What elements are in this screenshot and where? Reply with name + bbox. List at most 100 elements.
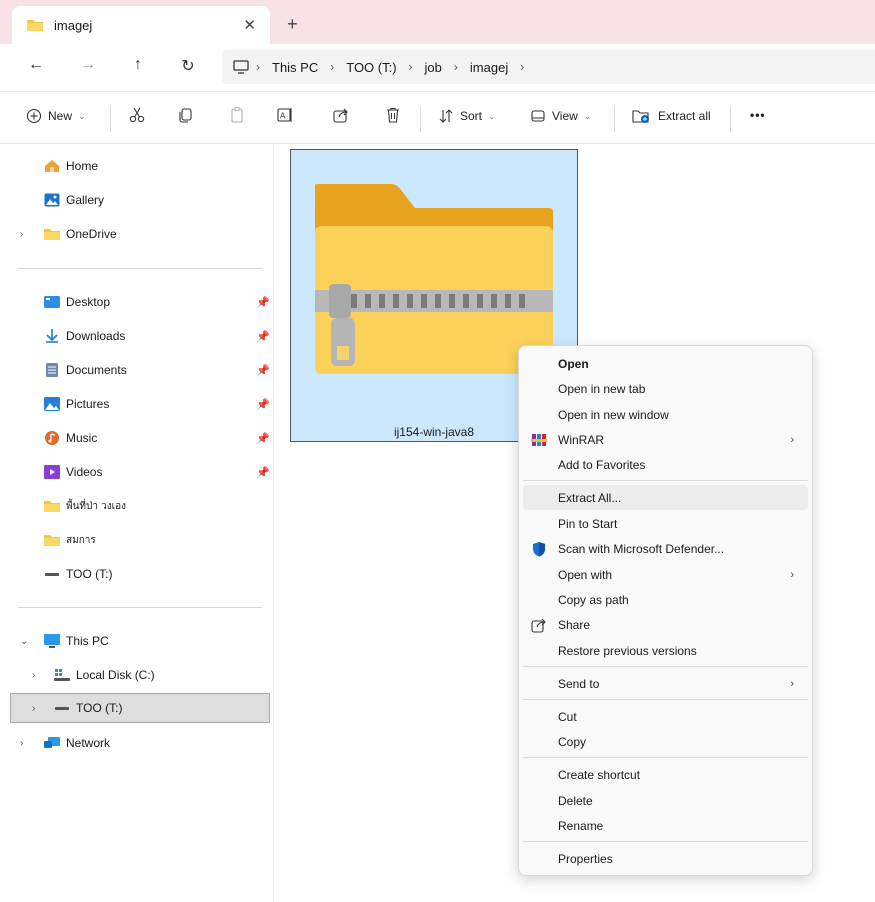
tab-close-button[interactable]: ✕ — [243, 16, 256, 34]
menu-item-winrar[interactable]: WinRAR › — [523, 427, 808, 452]
breadcrumb-separator: › — [453, 60, 458, 74]
cut-icon[interactable] — [128, 106, 146, 124]
sidebar-item-network[interactable]: › Network — [0, 728, 272, 758]
context-menu: Open Open in new tab Open in new window … — [518, 345, 813, 876]
pin-icon[interactable]: 📌 — [256, 466, 270, 479]
sidebar-item-label: พื้นที่ป่า วงเอง — [66, 500, 126, 512]
sidebar-item-label: สมการ — [66, 534, 96, 546]
chevron-down-icon: ⌄ — [583, 110, 592, 121]
menu-item-rename[interactable]: Rename — [523, 813, 808, 838]
toolbar-divider — [420, 106, 421, 132]
menu-item-label: Add to Favorites — [558, 457, 646, 472]
extract-all-button[interactable]: Extract all — [632, 108, 711, 124]
sidebar-item-too-drive-tree[interactable]: › TOO (T:) — [10, 693, 270, 723]
menu-item-open[interactable]: Open — [523, 351, 808, 376]
menu-item-send-to[interactable]: Send to › — [523, 671, 808, 696]
delete-icon[interactable] — [384, 106, 402, 124]
chevron-down-icon[interactable]: ⌄ — [20, 636, 28, 647]
menu-item-properties[interactable]: Properties — [523, 846, 808, 871]
sidebar-item-local-disk[interactable]: › Local Disk (C:) — [0, 660, 272, 690]
new-button[interactable]: New ⌄ — [26, 108, 86, 124]
menu-item-cut[interactable]: Cut — [523, 704, 808, 729]
sidebar-item-this-pc[interactable]: ⌄ This PC — [0, 626, 272, 656]
breadcrumb-too-drive[interactable]: TOO (T:) — [346, 60, 396, 75]
menu-item-open-new-tab[interactable]: Open in new tab — [523, 376, 808, 401]
menu-item-label: Properties — [558, 851, 613, 866]
menu-item-label: WinRAR — [558, 432, 605, 447]
sidebar-item-home[interactable]: Home — [0, 151, 272, 181]
address-bar[interactable]: › This PC › TOO (T:) › job › imagej › — [222, 50, 875, 84]
chevron-right-icon[interactable]: › — [20, 738, 23, 749]
sidebar-item-gallery[interactable]: Gallery — [0, 185, 272, 215]
copy-icon[interactable] — [176, 106, 194, 124]
sidebar-item-folder-thai-2[interactable]: สมการ — [0, 525, 272, 555]
sidebar-item-desktop[interactable]: Desktop 📌 — [0, 287, 272, 317]
toolbar-divider — [614, 106, 615, 132]
menu-item-create-shortcut[interactable]: Create shortcut — [523, 762, 808, 787]
menu-item-restore-versions[interactable]: Restore previous versions — [523, 638, 808, 663]
sidebar-item-onedrive[interactable]: › OneDrive — [0, 219, 272, 249]
pin-icon[interactable]: 📌 — [256, 330, 270, 343]
menu-item-open-with[interactable]: Open with › — [523, 562, 808, 587]
chevron-right-icon[interactable]: › — [20, 229, 23, 240]
menu-item-label: Copy — [558, 734, 587, 749]
new-button-label: New — [48, 109, 73, 123]
sidebar-item-label: Pictures — [66, 397, 110, 411]
sidebar-item-label: Documents — [66, 363, 127, 377]
winrar-icon — [531, 432, 547, 448]
sidebar-item-music[interactable]: Music 📌 — [0, 423, 272, 453]
sidebar-item-too-drive[interactable]: TOO (T:) — [0, 559, 272, 589]
menu-item-label: Copy as path — [558, 592, 629, 607]
up-button[interactable]: ↑ — [128, 56, 148, 74]
breadcrumb-job[interactable]: job — [425, 60, 442, 75]
chevron-right-icon[interactable]: › — [32, 703, 35, 714]
new-tab-button[interactable]: + — [287, 14, 298, 35]
chevron-right-icon: › — [790, 677, 794, 690]
menu-item-copy[interactable]: Copy — [523, 729, 808, 754]
breadcrumb-imagej[interactable]: imagej — [470, 60, 508, 75]
more-options-button[interactable]: ••• — [750, 108, 766, 122]
menu-item-share[interactable]: Share — [523, 612, 808, 637]
monitor-icon — [44, 634, 60, 648]
tab-imagej[interactable]: imagej ✕ — [12, 6, 270, 44]
chevron-down-icon: ⌄ — [488, 110, 496, 121]
music-icon — [44, 431, 60, 445]
sort-button[interactable]: Sort ⌄ — [438, 108, 496, 124]
view-button[interactable]: View ⌄ — [530, 108, 591, 124]
pin-icon[interactable]: 📌 — [256, 398, 270, 411]
back-button[interactable]: ← — [26, 56, 46, 74]
menu-item-label: Share — [558, 617, 591, 632]
menu-item-copy-path[interactable]: Copy as path — [523, 587, 808, 612]
menu-item-open-new-window[interactable]: Open in new window — [523, 402, 808, 427]
share-icon[interactable] — [332, 106, 350, 124]
menu-item-label: Open with — [558, 567, 613, 582]
breadcrumb-this-pc[interactable]: This PC — [272, 60, 318, 75]
command-bar: New ⌄ A Sort ⌄ View ⌄ Extract all ••• — [0, 92, 875, 144]
breadcrumb-separator: › — [256, 60, 260, 74]
sidebar-item-pictures[interactable]: Pictures 📌 — [0, 389, 272, 419]
refresh-button[interactable]: ↻ — [178, 56, 198, 76]
sidebar-item-documents[interactable]: Documents 📌 — [0, 355, 272, 385]
pin-icon[interactable]: 📌 — [256, 432, 270, 445]
pin-icon[interactable]: 📌 — [256, 296, 270, 309]
forward-button[interactable]: → — [78, 56, 98, 74]
breadcrumb-separator: › — [330, 60, 335, 74]
sidebar-item-videos[interactable]: Videos 📌 — [0, 457, 272, 487]
menu-item-label: Extract All... — [558, 490, 622, 505]
menu-item-add-favorites[interactable]: Add to Favorites — [523, 452, 808, 477]
sidebar-item-folder-thai-1[interactable]: พื้นที่ป่า วงเอง — [0, 491, 272, 521]
menu-item-pin-start[interactable]: Pin to Start — [523, 511, 808, 536]
menu-item-extract-all[interactable]: Extract All... — [523, 485, 808, 510]
chevron-right-icon: › — [790, 568, 794, 581]
sidebar-divider — [18, 607, 262, 608]
home-icon — [44, 159, 60, 173]
paste-icon[interactable] — [228, 106, 246, 124]
chevron-right-icon[interactable]: › — [32, 670, 35, 681]
folder-icon — [44, 533, 60, 547]
menu-item-delete[interactable]: Delete — [523, 788, 808, 813]
monitor-icon — [232, 60, 250, 74]
sidebar-item-downloads[interactable]: Downloads 📌 — [0, 321, 272, 351]
menu-item-scan-defender[interactable]: Scan with Microsoft Defender... — [523, 536, 808, 561]
rename-icon[interactable]: A — [276, 106, 294, 124]
pin-icon[interactable]: 📌 — [256, 364, 270, 377]
